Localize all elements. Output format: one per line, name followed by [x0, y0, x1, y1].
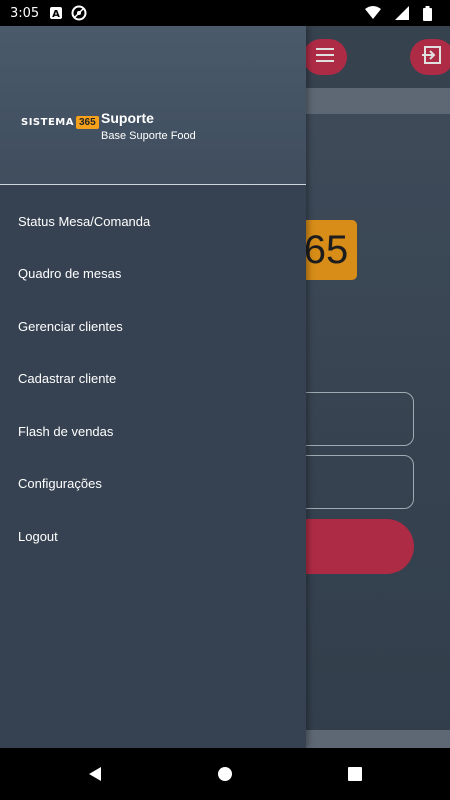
brand-logo-small: SISTEMA 365 — [21, 116, 99, 129]
menu-item-label: Configurações — [18, 476, 102, 492]
at-sync-icon — [71, 5, 87, 21]
battery-icon — [423, 5, 432, 21]
status-bar: 3:05 A — [0, 0, 450, 26]
menu-item-flash-vendas[interactable]: Flash de vendas — [0, 405, 306, 458]
drawer-scrim[interactable] — [306, 26, 450, 748]
brand-word: SISTEMA — [21, 117, 74, 128]
drawer-header: SISTEMA 365 Suporte Base Suporte Food — [0, 26, 306, 184]
menu-item-cadastrar-cliente[interactable]: Cadastrar cliente — [0, 353, 306, 406]
menu-item-logout[interactable]: Logout — [0, 510, 306, 563]
wifi-icon — [365, 6, 381, 20]
home-button[interactable] — [210, 759, 240, 789]
menu-item-status-mesa[interactable]: Status Mesa/Comanda — [0, 195, 306, 248]
user-subtitle: Base Suporte Food — [101, 130, 196, 142]
a-badge-icon: A — [49, 6, 63, 20]
navigation-drawer: SISTEMA 365 Suporte Base Suporte Food St… — [0, 26, 306, 748]
back-icon — [89, 767, 101, 781]
menu-item-gerenciar-clientes[interactable]: Gerenciar clientes — [0, 300, 306, 353]
back-button[interactable] — [80, 759, 110, 789]
status-time: 3:05 — [10, 5, 40, 21]
menu-item-label: Logout — [18, 528, 58, 544]
system-nav-bar — [0, 748, 450, 800]
brand-number: 365 — [75, 116, 99, 129]
recents-button[interactable] — [340, 759, 370, 789]
menu-item-label: Status Mesa/Comanda — [18, 213, 151, 229]
signal-icon — [395, 6, 409, 20]
svg-text:A: A — [52, 9, 60, 20]
menu-item-label: Gerenciar clientes — [18, 318, 123, 334]
menu-item-label: Cadastrar cliente — [18, 371, 117, 387]
menu-item-label: Flash de vendas — [18, 423, 114, 439]
drawer-menu: Status Mesa/Comanda Quadro de mesas Gere… — [0, 185, 306, 563]
menu-item-label: Quadro de mesas — [18, 266, 122, 282]
menu-item-configuracoes[interactable]: Configurações — [0, 458, 306, 511]
recents-icon — [348, 767, 362, 781]
menu-item-quadro-mesas[interactable]: Quadro de mesas — [0, 248, 306, 301]
user-name: Suporte — [101, 110, 154, 126]
home-icon — [218, 767, 232, 781]
